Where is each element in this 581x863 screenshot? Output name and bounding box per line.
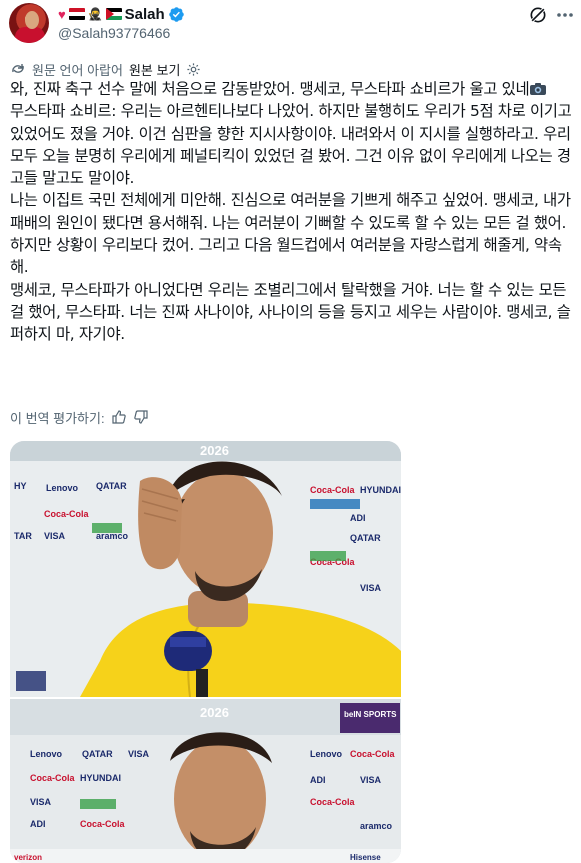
verified-badge-icon xyxy=(168,6,184,22)
svg-text:Lenovo: Lenovo xyxy=(46,483,79,493)
gear-icon[interactable] xyxy=(186,62,201,77)
more-options-icon[interactable] xyxy=(555,8,575,22)
svg-text:HYUNDAI: HYUNDAI xyxy=(80,773,121,783)
thumbs-down-icon[interactable] xyxy=(133,409,149,425)
interview-still-bottom: 2026 beIN SPORTS Lenovo QATAR VISA VISA HYUN… xyxy=(10,699,401,863)
svg-text:Coca-Cola: Coca-Cola xyxy=(310,797,356,807)
svg-text:Coca-Cola: Coca-Cola xyxy=(30,773,76,783)
heart-emoji-icon: ♥ xyxy=(58,6,66,22)
author-handle[interactable]: @Salah93776466 xyxy=(58,25,170,41)
video-frame-bottom: 2026 beIN SPORTS Lenovo QATAR VISA VISA HYUN… xyxy=(10,699,401,863)
palestine-flag-icon xyxy=(105,8,122,20)
rate-translation-row: 이 번역 평가하기: xyxy=(10,408,149,426)
svg-text:Coca-Cola: Coca-Cola xyxy=(80,819,126,829)
post-paragraph-4: 맹세코, 무스타파가 아니었다면 우리는 조별리그에서 탈락했을 거야. 너는 … xyxy=(10,280,571,344)
translate-icon xyxy=(12,64,24,73)
svg-text:QATAR: QATAR xyxy=(96,481,127,491)
author-avatar[interactable] xyxy=(9,3,49,43)
svg-text:HY: HY xyxy=(14,481,27,491)
post-media-image[interactable]: 2026 HY Lenovo QATAR VISA Coca-Cola Coca-Col… xyxy=(10,441,401,863)
svg-text:aramco: aramco xyxy=(360,821,393,831)
ninja-emoji-icon: 🥷 xyxy=(87,7,103,21)
author-display-name[interactable]: Salah xyxy=(125,6,165,23)
svg-text:QATAR: QATAR xyxy=(82,749,113,759)
svg-text:ADI: ADI xyxy=(30,819,46,829)
event-mark-bottom: 2026 xyxy=(200,705,229,720)
translation-source-language: 원문 언어 아랍어 xyxy=(32,62,123,78)
post-paragraph-2: 무스타파 쇼비르: 우리는 아르헨티나보다 나았어. 하지만 불행히도 우리가 … xyxy=(10,102,576,188)
post-paragraph-1: 와, 진짜 축구 선수 말에 처음으로 감동받았어. 맹세코, 무스타파 쇼비르… xyxy=(10,80,530,98)
interview-still-top: 2026 HY Lenovo QATAR VISA Coca-Cola Coca-Col… xyxy=(10,441,401,697)
svg-text:Hisense: Hisense xyxy=(350,853,381,862)
svg-text:TAR: TAR xyxy=(14,531,32,541)
svg-text:VISA: VISA xyxy=(44,531,66,541)
svg-text:ADI: ADI xyxy=(310,775,326,785)
event-mark-top: 2026 xyxy=(200,443,229,458)
post-header: ♥ 🥷 Salah @Salah93776466 xyxy=(0,0,581,50)
translation-notice: 원문 언어 아랍어 원본 보기 xyxy=(10,60,201,78)
video-frame-top: 2026 HY Lenovo QATAR VISA Coca-Cola Coca-Col… xyxy=(10,441,401,697)
svg-text:VISA: VISA xyxy=(360,583,382,593)
svg-text:HYUNDAI: HYUNDAI xyxy=(360,485,401,495)
svg-text:Coca-Cola: Coca-Cola xyxy=(310,485,356,495)
thumbs-up-icon[interactable] xyxy=(111,409,127,425)
svg-text:Coca-Cola: Coca-Cola xyxy=(44,509,90,519)
svg-text:ADI: ADI xyxy=(350,513,366,523)
egypt-flag-icon xyxy=(68,8,85,20)
post-body: 와, 진짜 축구 선수 말에 처음으로 감동받았어. 맹세코, 무스타파 쇼비르… xyxy=(10,78,576,346)
view-original-link[interactable]: 원본 보기 xyxy=(129,60,180,79)
author-name-row[interactable]: ♥ 🥷 Salah xyxy=(58,4,185,24)
grok-icon[interactable] xyxy=(528,5,548,25)
rate-translation-label: 이 번역 평가하기: xyxy=(10,410,105,426)
camera-emoji-icon xyxy=(530,83,547,95)
svg-text:QATAR: QATAR xyxy=(350,533,381,543)
svg-text:Lenovo: Lenovo xyxy=(30,749,63,759)
svg-text:verizon: verizon xyxy=(14,853,42,862)
svg-text:VISA: VISA xyxy=(360,775,382,785)
post-paragraph-3: 나는 이집트 국민 전체에게 미안해. 진심으로 여러분을 기쁘게 해주고 싶었… xyxy=(10,191,576,277)
broadcaster-logo: beIN SPORTS xyxy=(344,710,397,719)
svg-text:VISA: VISA xyxy=(128,749,150,759)
svg-text:Coca-Cola: Coca-Cola xyxy=(350,749,396,759)
svg-text:VISA: VISA xyxy=(30,797,52,807)
svg-text:Lenovo: Lenovo xyxy=(310,749,343,759)
